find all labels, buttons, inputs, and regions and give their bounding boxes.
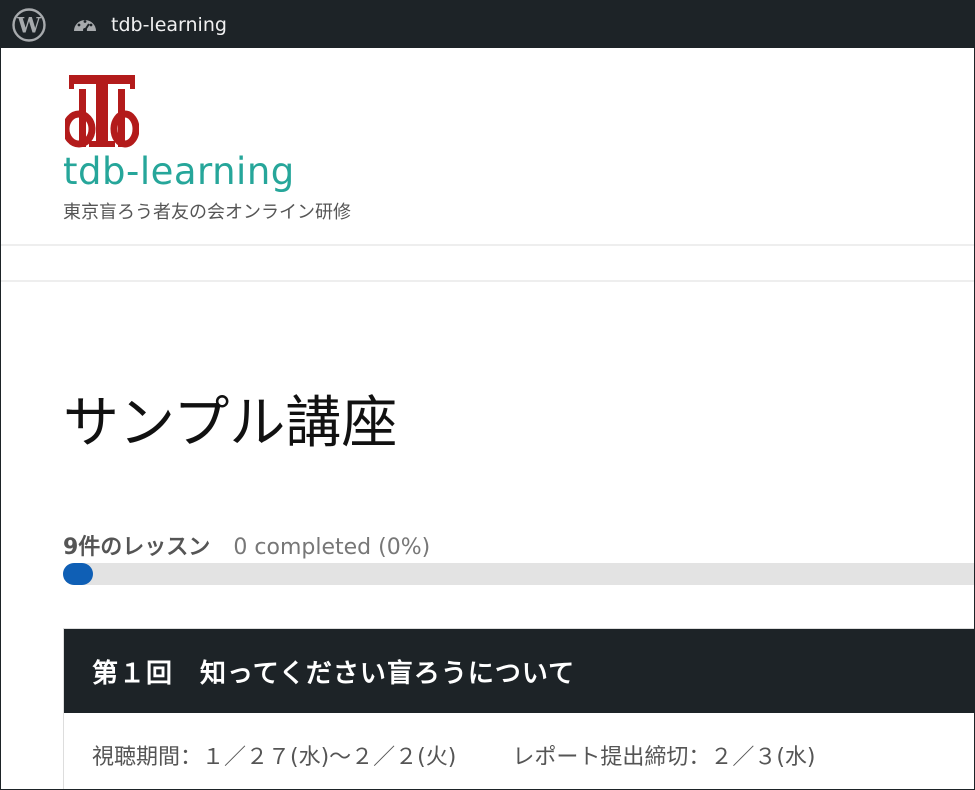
site-tagline: 東京盲ろう者友の会オンライン研修 [63,202,351,223]
lesson-header[interactable]: 第１回 知ってください盲ろうについて [64,629,974,713]
progress-bar-fill [63,563,93,585]
admin-bar: W tdb-learning [1,1,974,48]
site-header: tdb-learning 東京盲ろう者友の会オンライン研修 [1,48,974,246]
lesson-schedule: 視聴期間：１／２７(水)～２／２(火) レポート提出締切：２／３(水) [92,739,816,771]
lesson-count: 9件のレッスン [63,535,211,560]
lesson-item: 第１回 知ってください盲ろうについて 視聴期間：１／２７(水)～２／２(火) レポ… [63,628,974,789]
course-title: サンプル講座 [63,391,398,456]
report-deadline: レポート提出締切：２／３(水) [512,745,816,770]
page-frame: W tdb-learning tdb-learning 東京盲ろう者友の会オンラ… [0,0,975,790]
dashboard-gauge-icon[interactable] [72,13,98,35]
viewing-period: 視聴期間：１／２７(水)～２／２(火) [92,745,457,770]
completed-status: 0 completed (0%) [233,535,431,560]
progress-bar [63,563,974,585]
admin-bar-site-name[interactable]: tdb-learning [111,14,227,36]
navigation-bar [1,246,974,282]
svg-text:W: W [16,13,41,38]
tdb-monogram-logo[interactable] [65,73,139,151]
site-title[interactable]: tdb-learning [63,150,295,193]
lesson-title[interactable]: 第１回 知ってください盲ろうについて [92,653,575,690]
course-progress-summary: 9件のレッスン 0 completed (0%) [63,529,430,561]
wordpress-logo-icon[interactable]: W [12,8,46,42]
